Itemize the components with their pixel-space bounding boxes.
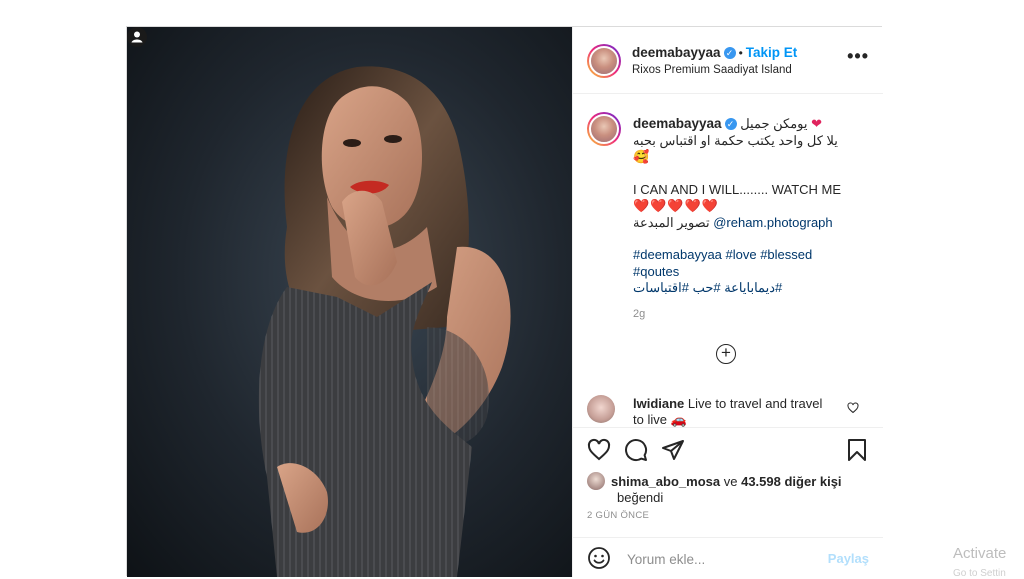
photographer-mention-link[interactable]: @reham.photograph — [713, 215, 832, 230]
instagram-post-modal: deemabayyaa ✓ • Takip Et Rixos Premium Saad… — [126, 26, 883, 577]
likes-others-link[interactable]: 43.598 diğer kişi — [741, 474, 841, 489]
load-more-comments-icon[interactable]: + — [716, 344, 736, 364]
caption-line-1: يومكن جميل — [740, 116, 808, 131]
more-options-icon[interactable]: ••• — [847, 47, 869, 65]
author-avatar-image — [589, 46, 619, 76]
comment-bubble-icon[interactable] — [624, 438, 648, 462]
commenter-username[interactable]: lwidiane — [633, 396, 684, 411]
separator-dot: • — [738, 46, 743, 60]
likes-suffix: beğendi — [617, 490, 664, 505]
comment-input[interactable] — [625, 546, 819, 572]
caption-credit: تصوير المبدعة @reham.photograph — [633, 215, 858, 232]
hashtags-line-2[interactable]: #qoutes — [633, 264, 858, 281]
comment-composer: Paylaş — [573, 537, 883, 577]
emoji-picker-icon[interactable] — [587, 546, 611, 570]
hashtags-line-1[interactable]: #deemabayyaa #love #blessed — [633, 247, 858, 264]
post-comment-button[interactable]: Paylaş — [828, 551, 869, 566]
post-sidebar: deemabayyaa ✓ • Takip Et Rixos Premium Saad… — [572, 27, 883, 577]
activate-windows-subtext: Go to Settin — [953, 568, 1006, 579]
activate-windows-watermark: Activate — [953, 545, 1007, 562]
caption-timestamp[interactable]: 2g — [633, 308, 645, 320]
author-avatar[interactable] — [587, 44, 621, 78]
caption-username[interactable]: deemabayyaa — [633, 116, 722, 131]
caption-author-avatar[interactable] — [587, 112, 621, 146]
user-tag-icon[interactable] — [127, 27, 147, 47]
portrait-illustration — [258, 66, 511, 577]
post-header: deemabayyaa ✓ • Takip Et Rixos Premium Saad… — [573, 27, 883, 94]
liker-avatar[interactable] — [587, 472, 605, 490]
like-heart-icon[interactable] — [587, 438, 611, 462]
commenter-avatar[interactable] — [587, 395, 615, 423]
author-username[interactable]: deemabayyaa — [632, 45, 721, 60]
share-paper-plane-icon[interactable] — [661, 438, 685, 462]
post-photo[interactable] — [127, 27, 572, 577]
comment-emoji: 🚗 — [670, 412, 687, 427]
verified-badge-icon: ✓ — [723, 47, 736, 59]
comment-like-heart-icon[interactable] — [847, 402, 859, 414]
caption-line-3: I CAN AND I WILL........ WATCH ME — [633, 181, 842, 197]
caption-hearts: ❤️❤️❤️❤️❤️ — [633, 198, 719, 213]
heart-emoji-icon: ❤ — [811, 116, 823, 131]
caption-line-2: يلا كل واحد يكتب حكمة او اقتباس بحبه — [633, 132, 838, 148]
caption-author-avatar-image — [589, 114, 619, 144]
likes-connector: ve — [723, 474, 738, 489]
caption-first-line: deemabayyaa ✓ يومكن جميل ❤ — [633, 116, 858, 133]
post-actions: shima_abo_mosa ve 43.598 diğer kişi beğe… — [573, 427, 883, 537]
liker-username[interactable]: shima_abo_mosa — [611, 474, 720, 489]
verified-badge-icon: ✓ — [724, 118, 737, 130]
header-title-row: deemabayyaa ✓ • Takip Et — [632, 44, 797, 62]
save-bookmark-icon[interactable] — [845, 438, 869, 462]
hashtags-line-3[interactable]: ديماباياعة #حب #اقتباسات# — [633, 280, 858, 297]
post-age[interactable]: 2 GÜN ÖNCE — [587, 510, 649, 521]
follow-button[interactable]: Takip Et — [746, 45, 798, 60]
comments-section[interactable]: deemabayyaa ✓ يومكن جميل ❤ يلا كل واحد يك… — [573, 94, 883, 427]
likes-summary: shima_abo_mosa ve 43.598 diğer kişi beğe… — [587, 472, 847, 506]
caption-credit-prefix: تصوير المبدعة — [633, 214, 710, 230]
caption-text: deemabayyaa ✓ يومكن جميل ❤ يلا كل واحد يك… — [633, 116, 858, 297]
location-link[interactable]: Rixos Premium Saadiyat Island — [632, 64, 792, 76]
caption-line-2-emoji: 🥰 — [633, 149, 650, 164]
comment-item: lwidiane Live to travel and travel to li… — [633, 396, 833, 427]
